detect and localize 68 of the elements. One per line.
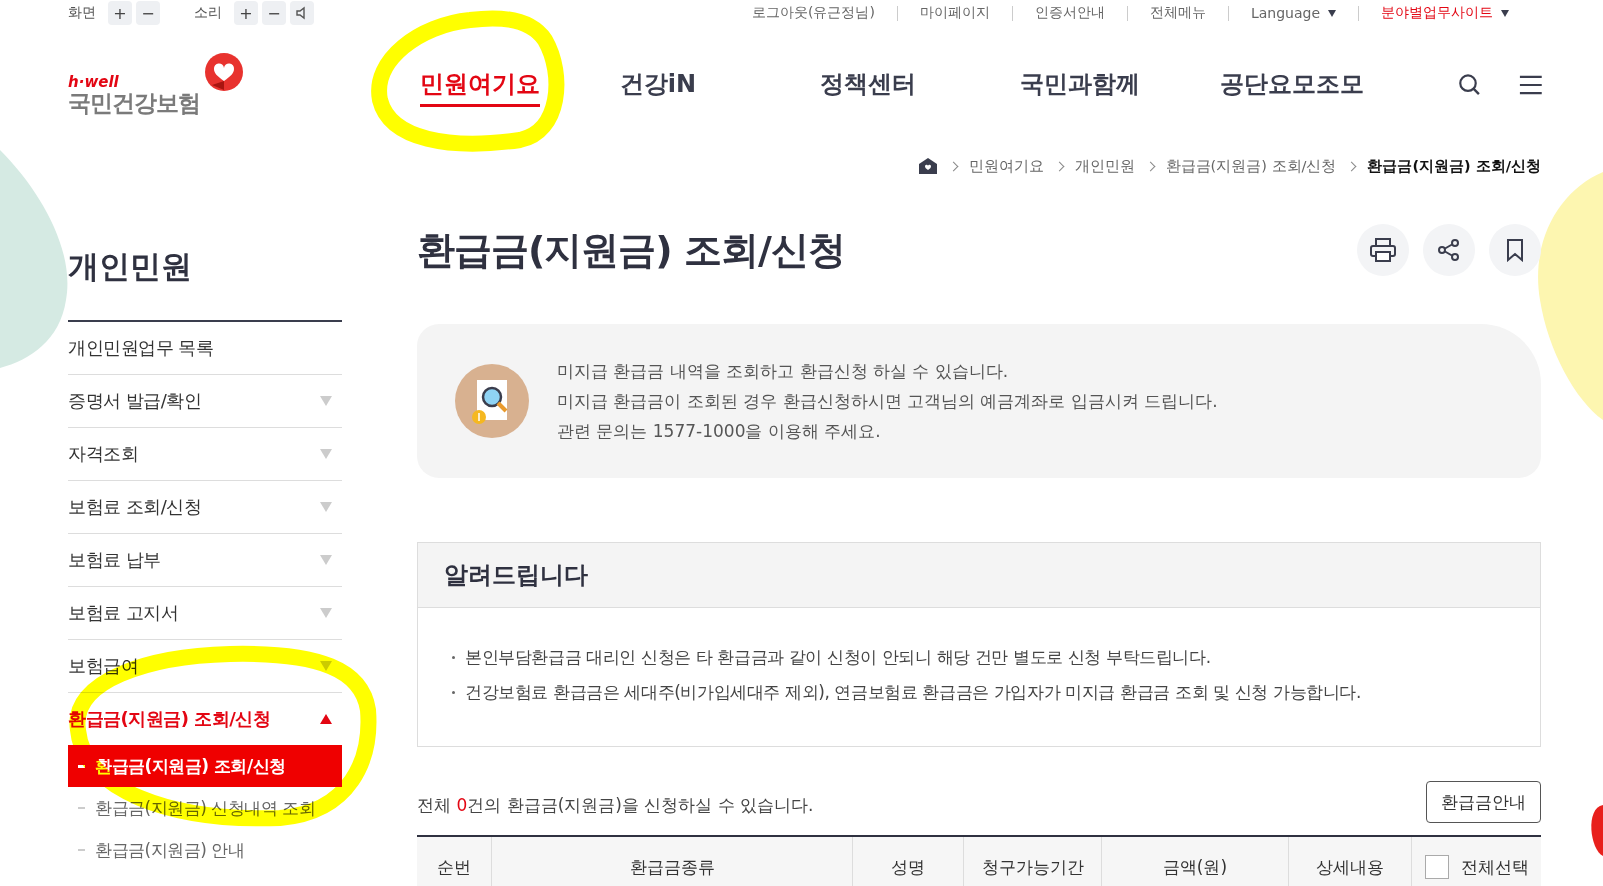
info-text: 미지급 환급금 내역을 조회하고 환급신청 하실 수 있습니다.	[557, 360, 1010, 383]
column-header: 성명	[853, 837, 964, 886]
breadcrumb-link[interactable]: 개인민원	[1074, 156, 1135, 176]
column-header: 순번	[417, 837, 492, 886]
share-icon	[1437, 238, 1461, 262]
magnifier-document-icon	[455, 364, 529, 438]
sidebar-item[interactable]: 증명서 발급/확인	[68, 375, 342, 428]
background-shape	[1591, 805, 1603, 856]
caret-icon	[320, 555, 332, 565]
sidebar-title: 개인민원	[68, 247, 193, 286]
zoom-button[interactable]: −	[136, 1, 160, 25]
breadcrumb-link[interactable]: 민원여기요	[968, 156, 1044, 176]
notice-item: 본인부담환급금 대리인 신청은 타 환급금과 같이 신청이 안되니 해당 건만 별도로 신청 부탁드립니다.	[465, 646, 1211, 669]
breadcrumb-link[interactable]: 환급금(지원금) 조회/신청	[1367, 156, 1541, 176]
column-header: 환급금종류	[492, 837, 853, 886]
sidebar-item[interactable]: 보험료 조회/신청	[68, 481, 342, 534]
count-text: 전체 0건의 환급금(지원금)을 신청하실 수 있습니다.	[417, 794, 814, 817]
submenu-item[interactable]: 환급금(지원금) 조회/신청	[68, 745, 342, 787]
top-link[interactable]: 인증서안내	[1034, 4, 1105, 22]
speaker-button[interactable]	[290, 1, 314, 25]
top-link[interactable]: 마이페이지	[919, 4, 990, 22]
page-title: 환급금(지원금) 조회/신청	[417, 226, 845, 274]
column-header: 금액(원)	[1102, 837, 1289, 886]
bookmark-icon	[1505, 238, 1525, 262]
caret-icon	[320, 714, 332, 724]
caret-icon	[320, 396, 332, 406]
menu-icon[interactable]	[1519, 74, 1543, 96]
breadcrumb-link[interactable]: 환급금(지원금) 조회/신청	[1165, 156, 1337, 176]
info-text: 미지급 환급금이 조회된 경우 환급신청하시면 고객님의 예금계좌로 입금시켜 드립니다.	[557, 390, 1218, 413]
volume-button[interactable]: +	[234, 1, 258, 25]
print-button[interactable]	[1357, 224, 1409, 276]
printer-icon	[1369, 237, 1397, 263]
refund-guide-button[interactable]: 환급금안내	[1426, 781, 1541, 823]
bullet-icon	[452, 656, 455, 659]
bullet-icon	[452, 691, 455, 694]
bookmark-button[interactable]	[1489, 224, 1541, 276]
top-link[interactable]: 분야별업무사이트	[1381, 4, 1509, 22]
top-link[interactable]: 전체메뉴	[1149, 4, 1206, 22]
zoom-button[interactable]: +	[108, 1, 132, 25]
caret-icon	[320, 608, 332, 618]
logo-name: 국민건강보험	[68, 90, 201, 118]
caret-icon	[320, 449, 332, 459]
caret-icon	[320, 502, 332, 512]
sidebar-item[interactable]: 보험료 고지서	[68, 587, 342, 640]
select-all-checkbox[interactable]	[1424, 855, 1449, 879]
notice-item: 건강보험료 환급금은 세대주(비가입세대주 제외), 연금보험료 환급금은 가입자가 미지급 환급금 조회 및 신청 가능합니다.	[465, 681, 1361, 704]
top-link[interactable]: 로그아웃(유근정님)	[751, 4, 875, 22]
column-header: 청구가능기간	[964, 837, 1102, 886]
sound-label: 소리	[194, 4, 222, 22]
nav-tab[interactable]: 공단요모조모	[1219, 63, 1364, 107]
screen-size-label: 화면	[68, 4, 96, 22]
nav-tab[interactable]: 민원여기요	[419, 63, 540, 107]
share-button[interactable]	[1423, 224, 1475, 276]
home-icon[interactable]	[917, 157, 938, 175]
submenu-item[interactable]: 환급금(지원금) 안내	[68, 829, 342, 871]
column-header: 상세내용	[1289, 837, 1412, 886]
info-text: 관련 문의는 1577-1000을 이용해 주세요.	[557, 420, 882, 443]
sidebar-item[interactable]: 개인민원업무 목록	[68, 322, 342, 375]
sidebar-item[interactable]: 자격조회	[68, 428, 342, 481]
sidebar-item[interactable]: 보험료 납부	[68, 534, 342, 587]
logo-tagline: h·well	[68, 75, 120, 91]
top-link[interactable]: Language	[1250, 5, 1336, 21]
nav-tab[interactable]: 국민과함께	[1019, 63, 1140, 107]
volume-button[interactable]: −	[262, 1, 286, 25]
nav-tab[interactable]: 정책센터	[819, 63, 916, 107]
select-all-label: 전체선택	[1460, 855, 1529, 879]
nav-tab[interactable]: 건강iN	[619, 63, 696, 107]
notice-title: 알려드립니다	[444, 560, 588, 591]
